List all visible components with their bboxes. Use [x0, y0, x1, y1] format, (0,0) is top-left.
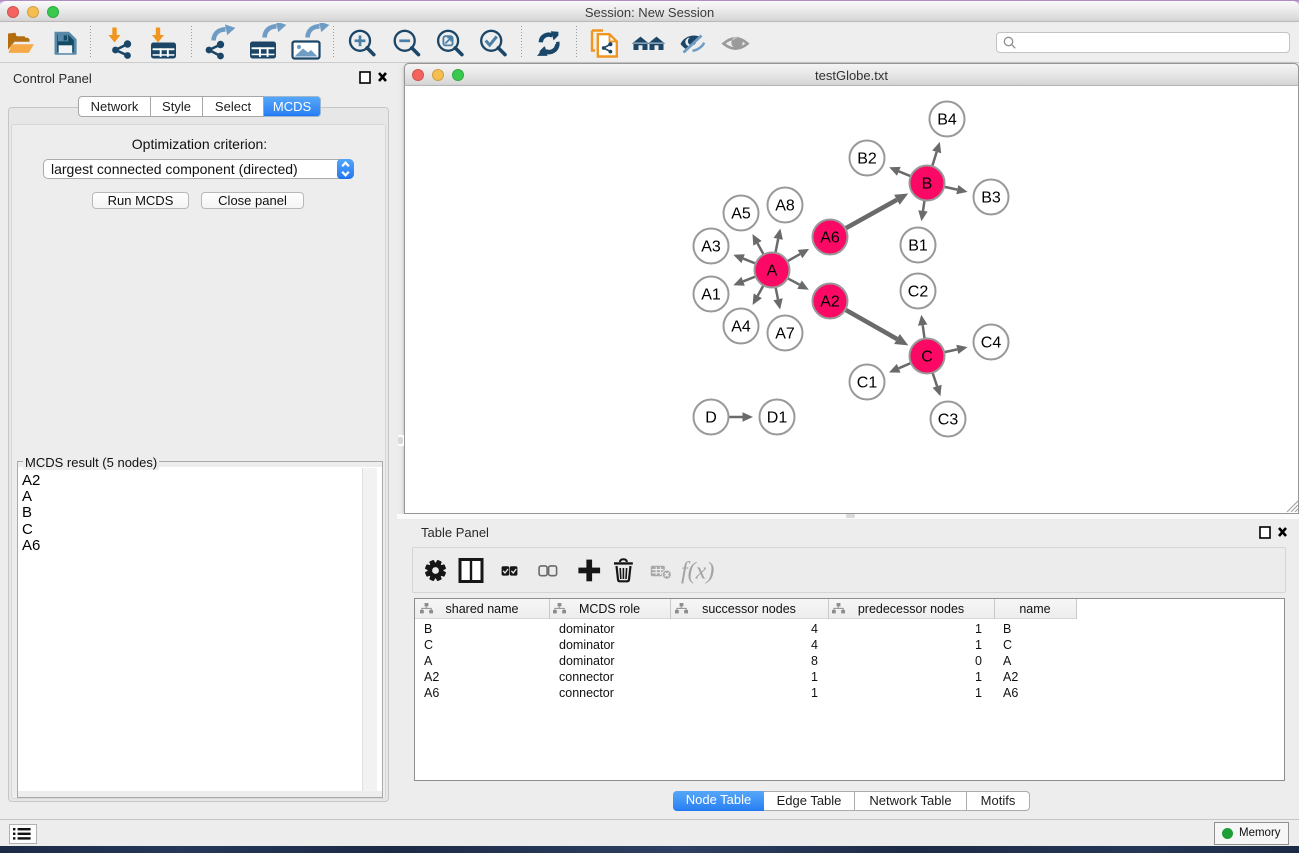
svg-text:D1: D1 [767, 410, 788, 427]
svg-text:A2: A2 [820, 294, 840, 311]
svg-text:B4: B4 [937, 112, 957, 129]
svg-text:C1: C1 [857, 375, 878, 392]
svg-text:A7: A7 [775, 326, 795, 343]
svg-text:C4: C4 [981, 335, 1002, 352]
svg-text:C: C [921, 349, 933, 366]
svg-text:D: D [705, 410, 717, 427]
svg-text:C3: C3 [938, 412, 959, 429]
svg-text:A: A [767, 263, 778, 280]
svg-text:A4: A4 [731, 319, 751, 336]
svg-text:B1: B1 [908, 238, 928, 255]
svg-text:B3: B3 [981, 190, 1001, 207]
svg-text:A5: A5 [731, 206, 751, 223]
svg-text:C2: C2 [908, 284, 929, 301]
svg-text:B2: B2 [857, 151, 877, 168]
svg-text:A6: A6 [820, 230, 840, 247]
svg-text:B: B [922, 176, 933, 193]
svg-text:A3: A3 [701, 239, 721, 256]
svg-text:A8: A8 [775, 198, 795, 215]
svg-text:f(x): f(x) [681, 559, 714, 585]
svg-text:A1: A1 [701, 287, 721, 304]
